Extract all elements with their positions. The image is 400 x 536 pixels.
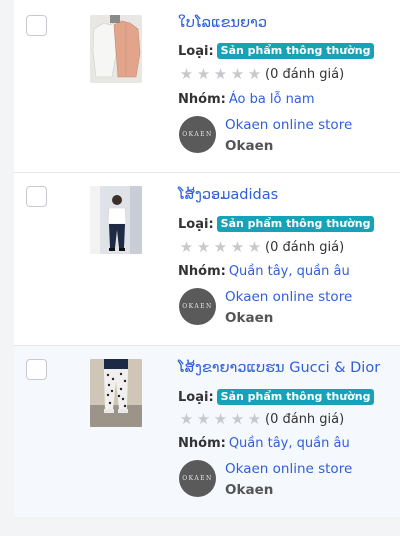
product-image — [90, 359, 142, 427]
store-logo-text: OKAEN — [182, 303, 213, 310]
group-link[interactable]: Quần tây, quần âu — [229, 264, 350, 279]
product-row: ໂສ້ງຂາຍາວແບຮນ Gucci & Dior Loại: Sản phẩ… — [14, 346, 400, 517]
type-label: Loại: — [178, 389, 214, 405]
star-icon: ★ — [179, 410, 194, 428]
group-link[interactable]: Áo ba lỗ nam — [229, 92, 315, 107]
product-group: Nhóm: Áo ba lỗ nam — [178, 92, 314, 107]
store-link[interactable]: Okaen online store — [225, 289, 352, 305]
store-name: Okaen — [225, 310, 274, 326]
store-name: Okaen — [225, 482, 274, 498]
review-count: (0 đánh giá) — [265, 66, 345, 82]
star-icon: ★ — [230, 238, 245, 256]
group-label: Nhóm: — [178, 264, 226, 279]
group-label: Nhóm: — [178, 436, 226, 451]
star-icon: ★ — [230, 410, 245, 428]
star-icon: ★ — [196, 65, 211, 83]
row-checkbox[interactable] — [26, 15, 47, 36]
rating: ★ ★ ★ ★ ★ (0 đánh giá) — [178, 410, 344, 428]
product-name-link[interactable]: ໂສ້ງຂາຍາວແບຮນ Gucci & Dior — [178, 360, 380, 376]
star-icon: ★ — [247, 238, 262, 256]
rating: ★ ★ ★ ★ ★ (0 đánh giá) — [178, 65, 344, 83]
store-logo[interactable]: OKAEN — [179, 116, 216, 153]
product-group: Nhóm: Quần tây, quần âu — [178, 264, 350, 279]
star-icon: ★ — [213, 410, 228, 428]
star-icon: ★ — [213, 238, 228, 256]
star-icon: ★ — [247, 410, 262, 428]
type-badge: Sản phẩm thông thường — [216, 43, 375, 59]
product-type: Loại: Sản phẩm thông thường — [178, 389, 375, 405]
rating-stars: ★ ★ ★ ★ ★ — [178, 65, 263, 83]
store-logo[interactable]: OKAEN — [179, 288, 216, 325]
store-link[interactable]: Okaen online store — [225, 461, 352, 477]
type-badge: Sản phẩm thông thường — [216, 389, 375, 405]
star-icon: ★ — [196, 238, 211, 256]
product-row: ໃບໂລແຂນຍາວ Loại: Sản phẩm thông thường ★… — [14, 0, 400, 173]
row-checkbox[interactable] — [26, 359, 47, 380]
rating-stars: ★ ★ ★ ★ ★ — [178, 410, 263, 428]
type-label: Loại: — [178, 216, 214, 232]
product-row: ໂສ້ງວອມadidas Loại: Sản phẩm thông thườn… — [14, 173, 400, 346]
product-thumbnail[interactable] — [90, 186, 142, 254]
product-group: Nhóm: Quần tây, quần âu — [178, 436, 350, 451]
row-checkbox[interactable] — [26, 186, 47, 207]
star-icon: ★ — [179, 65, 194, 83]
group-label: Nhóm: — [178, 92, 226, 107]
type-badge: Sản phẩm thông thường — [216, 216, 375, 232]
type-label: Loại: — [178, 43, 214, 59]
product-name-link[interactable]: ໃບໂລແຂນຍາວ — [178, 15, 267, 31]
group-link[interactable]: Quần tây, quần âu — [229, 436, 350, 451]
star-icon: ★ — [213, 65, 228, 83]
product-thumbnail[interactable] — [90, 359, 142, 427]
star-icon: ★ — [196, 410, 211, 428]
star-icon: ★ — [247, 65, 262, 83]
product-thumbnail[interactable] — [90, 15, 142, 83]
star-icon: ★ — [230, 65, 245, 83]
review-count: (0 đánh giá) — [265, 239, 345, 255]
store-logo-text: OKAEN — [182, 131, 213, 138]
product-list: ໃບໂລແຂນຍາວ Loại: Sản phẩm thông thường ★… — [14, 0, 400, 517]
product-image — [90, 186, 142, 254]
product-image — [90, 15, 142, 83]
product-type: Loại: Sản phẩm thông thường — [178, 43, 375, 59]
product-type: Loại: Sản phẩm thông thường — [178, 216, 375, 232]
store-logo[interactable]: OKAEN — [179, 460, 216, 497]
store-logo-text: OKAEN — [182, 475, 213, 482]
rating-stars: ★ ★ ★ ★ ★ — [178, 238, 263, 256]
rating: ★ ★ ★ ★ ★ (0 đánh giá) — [178, 238, 344, 256]
product-name-link[interactable]: ໂສ້ງວອມadidas — [178, 187, 278, 203]
star-icon: ★ — [179, 238, 194, 256]
store-name: Okaen — [225, 138, 274, 154]
store-link[interactable]: Okaen online store — [225, 117, 352, 133]
review-count: (0 đánh giá) — [265, 411, 345, 427]
